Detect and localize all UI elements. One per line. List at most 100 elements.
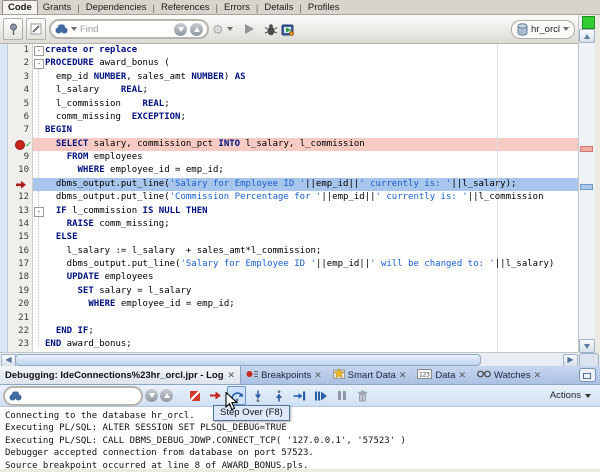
code-line-body[interactable]: dbms_output.put_line('Salary for Employe… bbox=[33, 178, 578, 191]
gutter-cell[interactable]: 14 bbox=[8, 218, 33, 231]
tab-code[interactable]: Code bbox=[2, 0, 38, 14]
code-line-body[interactable]: comm_missing EXCEPTION; bbox=[33, 111, 578, 124]
close-icon[interactable]: ✕ bbox=[458, 370, 466, 381]
gutter-cell[interactable]: 15 bbox=[8, 231, 33, 244]
tab-debugging-log[interactable]: Debugging: IdeConnections%23hr_orcl.jpr … bbox=[0, 366, 241, 384]
find-previous-button[interactable] bbox=[190, 23, 203, 36]
tab-grants[interactable]: Grants bbox=[38, 1, 77, 14]
log-find-box[interactable] bbox=[3, 386, 143, 406]
gutter-cell[interactable]: 22 bbox=[8, 325, 33, 338]
code-line-body[interactable]: - IF l_commission IS NULL THEN bbox=[33, 205, 578, 218]
gutter-cell[interactable]: 3 bbox=[8, 71, 33, 84]
scroll-down-button[interactable] bbox=[579, 339, 595, 353]
code-line-9[interactable]: 9 FROM employees bbox=[8, 151, 578, 164]
code-line-16[interactable]: 16 l_salary := l_salary + sales_amt*l_co… bbox=[8, 245, 578, 258]
pin-button[interactable] bbox=[3, 18, 23, 40]
compile-for-debug-icon[interactable] bbox=[281, 23, 295, 36]
step-into-button[interactable] bbox=[248, 386, 267, 405]
find-box[interactable]: Find bbox=[49, 19, 209, 39]
gutter-cell[interactable]: 10 bbox=[8, 164, 33, 177]
terminate-button[interactable] bbox=[185, 386, 204, 405]
code-line-12[interactable]: 12 dbms_output.put_line('Commission Perc… bbox=[8, 191, 578, 204]
code-line-body[interactable]: END IF; bbox=[33, 325, 578, 338]
close-icon[interactable]: ✕ bbox=[534, 370, 542, 381]
gutter-cell[interactable]: ✓ bbox=[8, 138, 33, 151]
gutter-cell[interactable]: 21 bbox=[8, 312, 33, 325]
code-line-17[interactable]: 17 dbms_output.put_line('Salary for Empl… bbox=[8, 258, 578, 271]
scroll-up-button[interactable] bbox=[579, 29, 595, 43]
code-line-body[interactable]: -create or replace bbox=[33, 44, 578, 57]
gutter-cell[interactable]: 2 bbox=[8, 57, 33, 70]
code-line-body[interactable]: END award_bonus; bbox=[33, 338, 578, 351]
fold-collapse-icon[interactable]: - bbox=[34, 207, 44, 217]
tab-dependencies[interactable]: Dependencies bbox=[81, 1, 152, 14]
gutter-cell[interactable]: 16 bbox=[8, 245, 33, 258]
run-icon[interactable] bbox=[245, 24, 254, 34]
code-line-3[interactable]: 3 emp_id NUMBER, sales_amt NUMBER) AS bbox=[8, 71, 578, 84]
gutter-cell[interactable]: 20 bbox=[8, 298, 33, 311]
actions-dropdown[interactable]: Actions bbox=[550, 390, 597, 401]
find-execution-point-button[interactable] bbox=[206, 386, 225, 405]
code-line-15[interactable]: 15 ELSE bbox=[8, 231, 578, 244]
code-line-body[interactable]: FROM employees bbox=[33, 151, 578, 164]
code-line-18[interactable]: 18 UPDATE employees bbox=[8, 271, 578, 284]
breakpoint-icon[interactable] bbox=[15, 140, 25, 150]
breakpoint-line-marker[interactable] bbox=[580, 146, 593, 152]
tab-details[interactable]: Details bbox=[259, 1, 298, 14]
gutter-cell[interactable]: 5 bbox=[8, 98, 33, 111]
tab-profiles[interactable]: Profiles bbox=[303, 1, 345, 14]
fold-collapse-icon[interactable]: - bbox=[34, 46, 44, 56]
horizontal-scroll-thumb[interactable] bbox=[15, 354, 481, 366]
gutter-cell[interactable]: 1 bbox=[8, 44, 33, 57]
pause-button[interactable] bbox=[332, 386, 351, 405]
code-line-22[interactable]: 22 END IF; bbox=[8, 325, 578, 338]
find-options-caret[interactable] bbox=[71, 27, 77, 31]
code-line-body[interactable]: BEGIN bbox=[33, 124, 578, 137]
tab-errors[interactable]: Errors bbox=[219, 1, 255, 14]
code-line-10[interactable]: 10 WHERE employee_id = emp_id; bbox=[8, 164, 578, 177]
code-line-14[interactable]: 14 RAISE comm_missing; bbox=[8, 218, 578, 231]
gutter-cell[interactable]: 17 bbox=[8, 258, 33, 271]
code-line-body[interactable]: WHERE employee_id = emp_id; bbox=[33, 298, 578, 311]
gutter-cell[interactable]: 6 bbox=[8, 111, 33, 124]
resume-button[interactable] bbox=[311, 386, 330, 405]
code-line-2[interactable]: 2-PROCEDURE award_bonus ( bbox=[8, 57, 578, 70]
log-find-previous-button[interactable] bbox=[160, 389, 173, 402]
code-line-body[interactable]: -PROCEDURE award_bonus ( bbox=[33, 57, 578, 70]
log-output[interactable]: Connecting to the database hr_orcl.Execu… bbox=[0, 407, 600, 469]
connection-selector[interactable]: hr_orcl bbox=[511, 20, 575, 39]
gutter-cell[interactable]: 7 bbox=[8, 124, 33, 137]
code-line-body[interactable]: UPDATE employees bbox=[33, 271, 578, 284]
garbage-collection-button[interactable] bbox=[353, 386, 372, 405]
tab-references[interactable]: References bbox=[156, 1, 215, 14]
current-line-marker[interactable] bbox=[580, 184, 593, 190]
code-line-body[interactable]: l_salary := l_salary + sales_amt*l_commi… bbox=[33, 245, 578, 258]
code-line-body[interactable]: l_salary REAL; bbox=[33, 84, 578, 97]
code-line-body[interactable]: RAISE comm_missing; bbox=[33, 218, 578, 231]
code-line-5[interactable]: 5 l_commission REAL; bbox=[8, 98, 578, 111]
code-line-11[interactable]: dbms_output.put_line('Salary for Employe… bbox=[8, 178, 578, 191]
code-line-body[interactable]: emp_id NUMBER, sales_amt NUMBER) AS bbox=[33, 71, 578, 84]
code-line-body[interactable]: WHERE employee_id = emp_id; bbox=[33, 164, 578, 177]
close-icon[interactable]: ✕ bbox=[228, 370, 236, 381]
code-line-13[interactable]: 13- IF l_commission IS NULL THEN bbox=[8, 205, 578, 218]
close-icon[interactable]: ✕ bbox=[399, 370, 407, 381]
code-line-6[interactable]: 6 comm_missing EXCEPTION; bbox=[8, 111, 578, 124]
gear-icon[interactable]: ⚙ bbox=[212, 23, 224, 36]
step-to-end-button[interactable] bbox=[290, 386, 309, 405]
code-line-21[interactable]: 21 bbox=[8, 312, 578, 325]
code-line-19[interactable]: 19 SET salary = l_salary bbox=[8, 285, 578, 298]
gutter-cell[interactable]: 4 bbox=[8, 84, 33, 97]
fold-collapse-icon[interactable]: - bbox=[34, 59, 44, 69]
code-line-body[interactable] bbox=[33, 312, 578, 325]
gutter-cell[interactable]: 19 bbox=[8, 285, 33, 298]
gutter-cell[interactable] bbox=[8, 178, 33, 191]
code-line-4[interactable]: 4 l_salary REAL; bbox=[8, 84, 578, 97]
code-line-body[interactable]: ELSE bbox=[33, 231, 578, 244]
find-next-button[interactable] bbox=[174, 23, 187, 36]
code-line-body[interactable]: SET salary = l_salary bbox=[33, 285, 578, 298]
step-out-button[interactable] bbox=[269, 386, 288, 405]
gutter-cell[interactable]: 23 bbox=[8, 338, 33, 351]
debug-bug-icon[interactable] bbox=[264, 23, 278, 36]
close-icon[interactable]: ✕ bbox=[314, 370, 322, 381]
